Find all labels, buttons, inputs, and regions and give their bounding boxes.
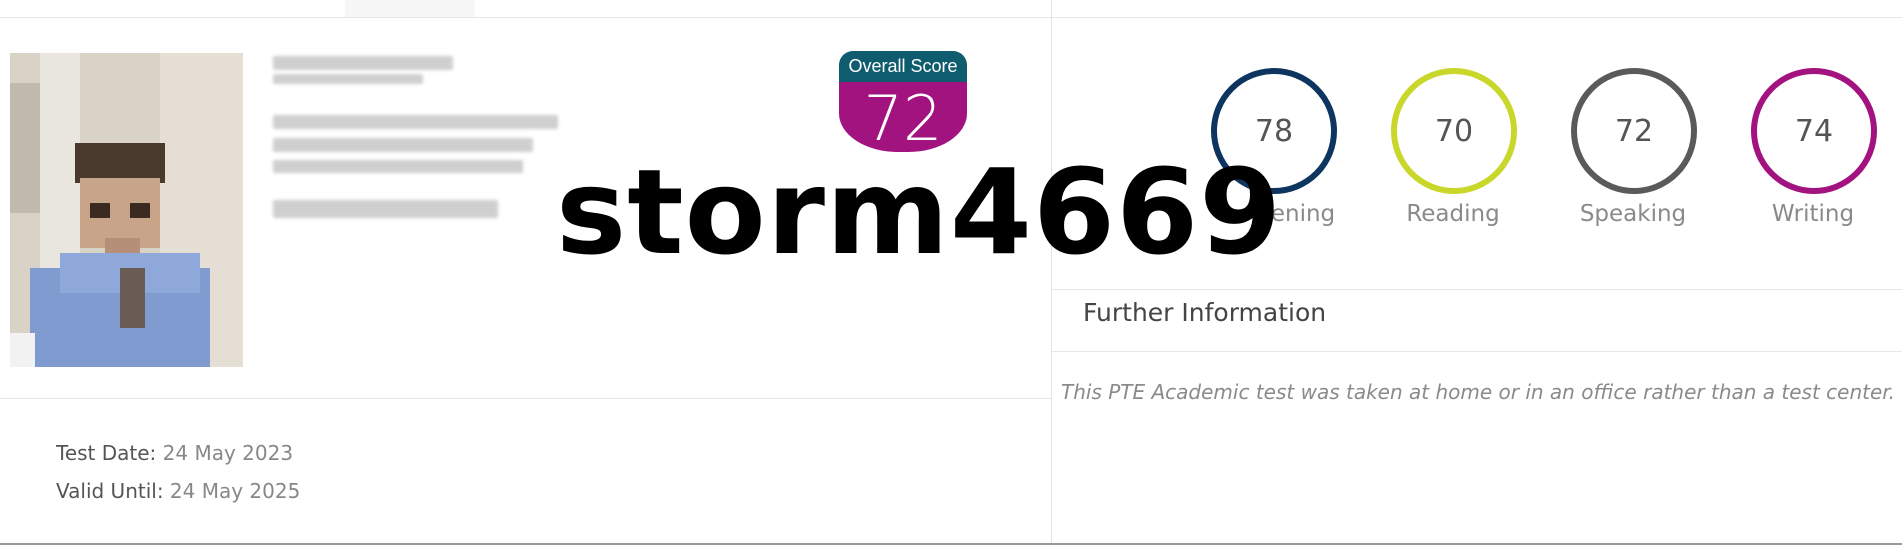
reading-label: Reading (1406, 201, 1500, 227)
test-date-label: Test Date: (56, 441, 157, 465)
skill-reading: 70 Reading (1363, 68, 1543, 238)
further-info-bottom-divider (1051, 351, 1902, 352)
header-tab (345, 0, 475, 17)
test-date-value: 24 May 2023 (156, 441, 294, 465)
candidate-photo (10, 53, 243, 367)
candidate-name-redacted-2 (273, 74, 423, 84)
reading-score-ring: 70 (1391, 68, 1517, 194)
overall-score-value: 72 (839, 82, 967, 155)
valid-until-label: Valid Until: (56, 479, 164, 503)
skill-writing: 74 Writing (1723, 68, 1902, 238)
speaking-score-ring: 72 (1571, 68, 1697, 194)
candidate-name-redacted (273, 56, 453, 70)
speaking-label: Speaking (1579, 201, 1687, 227)
test-location-note: This PTE Academic test was taken at home… (1061, 380, 1896, 404)
candidate-detail-redacted-3 (273, 160, 523, 173)
candidate-detail-redacted-1 (273, 115, 558, 129)
candidate-detail-redacted-4 (273, 200, 498, 218)
valid-until-value: 24 May 2025 (163, 479, 301, 503)
writing-label: Writing (1771, 201, 1855, 227)
candidate-detail-redacted-2 (273, 138, 533, 152)
skill-speaking: 72 Speaking (1543, 68, 1723, 238)
overall-score-badge: Overall Score 72 (839, 51, 967, 155)
overall-score-label: Overall Score (839, 51, 967, 82)
header-divider (0, 17, 1902, 18)
test-date-row: Test Date: 24 May 2023 (56, 441, 293, 465)
valid-until-row: Valid Until: 24 May 2025 (56, 479, 300, 503)
left-section-divider (0, 398, 1051, 399)
further-information-heading: Further Information (1083, 298, 1327, 327)
watermark-text: storm4669 (556, 143, 1283, 281)
further-info-top-divider (1051, 289, 1902, 290)
writing-score-ring: 74 (1751, 68, 1877, 194)
